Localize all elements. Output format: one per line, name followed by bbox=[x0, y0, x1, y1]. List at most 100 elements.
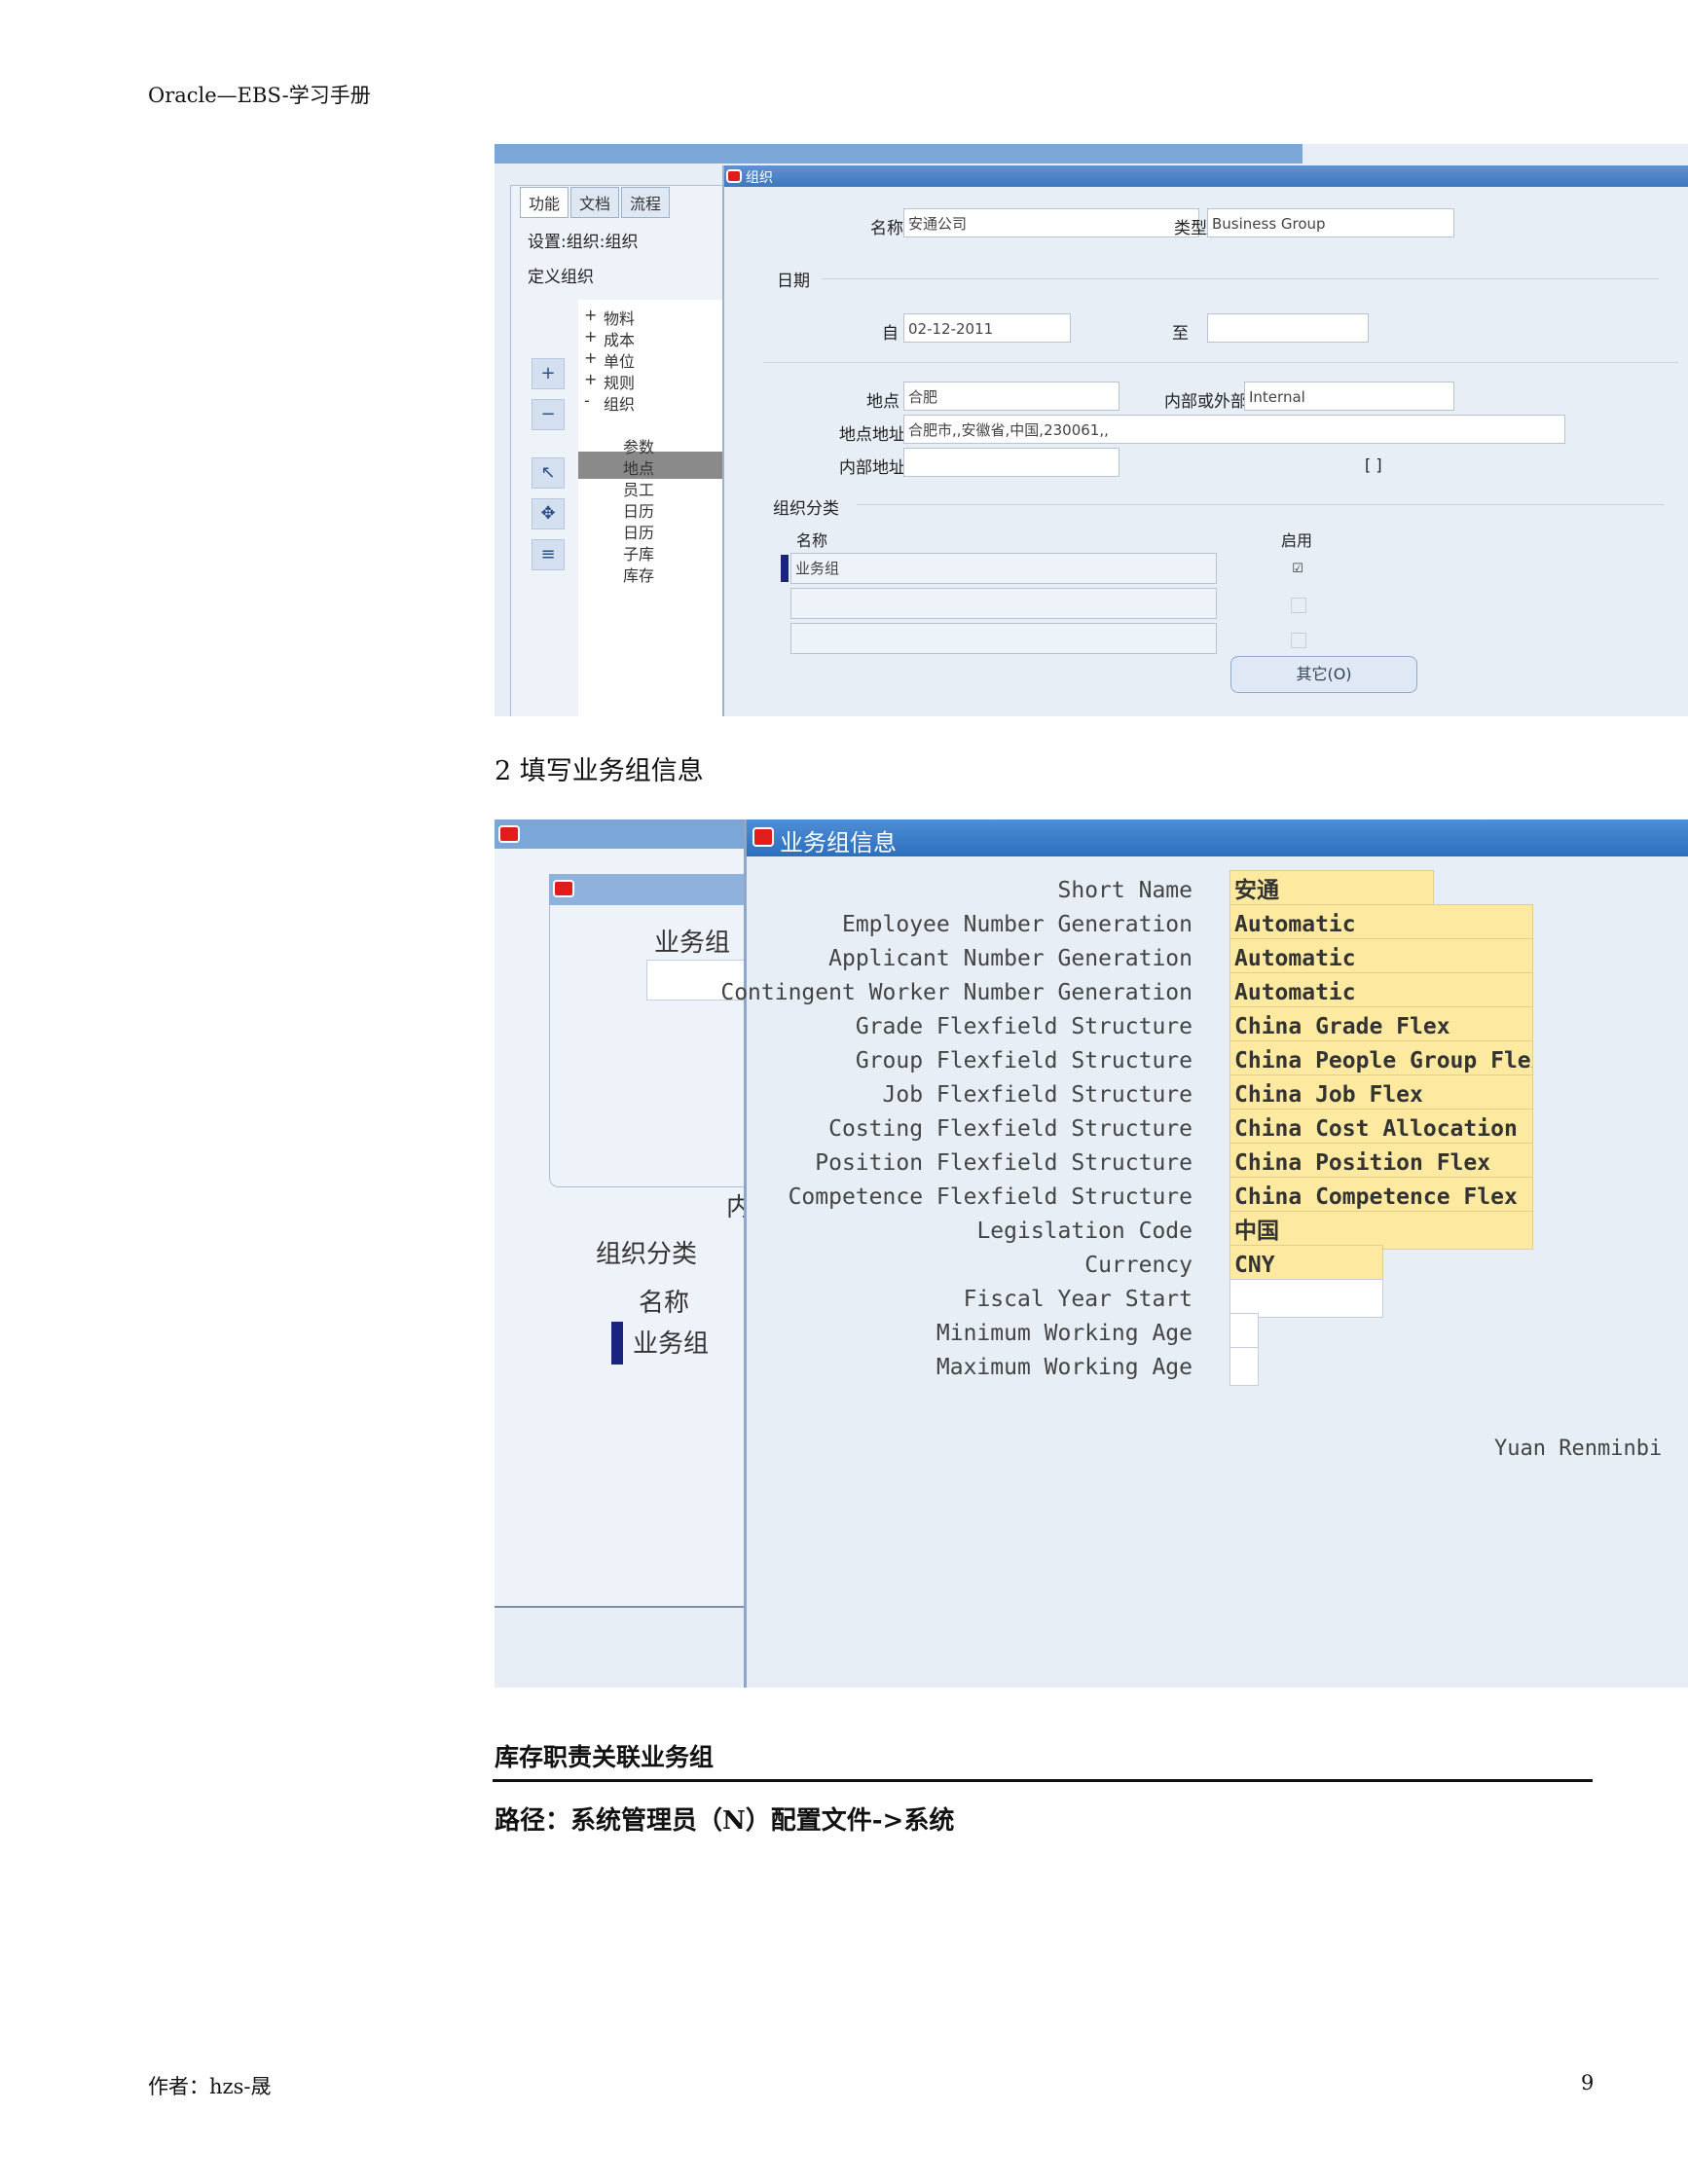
tree-item[interactable]: 参数 bbox=[623, 434, 654, 457]
tree-expand-icon[interactable]: + bbox=[584, 306, 597, 324]
oracle-logo-icon bbox=[726, 169, 742, 183]
location-address-label: 地点地址 bbox=[839, 425, 905, 445]
internal-address-field[interactable] bbox=[903, 448, 1119, 477]
field-label: Position Flexfield Structure bbox=[815, 1150, 1193, 1176]
internal-external-label: 内部或外部 bbox=[1164, 392, 1247, 412]
navigator-titlebar bbox=[495, 144, 1303, 164]
navigator-breadcrumb: 设置:组织:组织 bbox=[528, 233, 639, 252]
field-input[interactable]: 安通 bbox=[1229, 870, 1434, 909]
expand-all-icon[interactable]: ✥ bbox=[532, 498, 565, 529]
dates-group-line bbox=[822, 278, 1659, 279]
class-row-name[interactable] bbox=[790, 588, 1217, 619]
background-window-titlebar bbox=[495, 819, 748, 849]
field-input[interactable]: China Cost Allocation Flex bbox=[1229, 1109, 1533, 1147]
class-name-header: 名称 bbox=[796, 531, 828, 550]
classification-group-line bbox=[857, 504, 1665, 505]
enabled-checkbox[interactable] bbox=[1291, 598, 1306, 613]
organization-window-titlebar: 组织 bbox=[724, 165, 1688, 187]
tree-collapse-icon[interactable]: - bbox=[584, 391, 590, 410]
type-label: 类型 bbox=[1174, 219, 1207, 238]
tree-expand-icon[interactable]: + bbox=[584, 370, 597, 388]
field-input[interactable]: Automatic bbox=[1229, 904, 1533, 943]
tree-item[interactable]: 规则 bbox=[604, 370, 635, 393]
name-label: 名称 bbox=[870, 219, 903, 238]
tree-item[interactable]: 子库 bbox=[623, 541, 654, 564]
field-label: Employee Number Generation bbox=[841, 912, 1193, 937]
type-field[interactable]: Business Group bbox=[1207, 208, 1454, 237]
footer-author: 作者：hzs-晟 bbox=[148, 2075, 272, 2098]
field-input[interactable] bbox=[1229, 1279, 1383, 1318]
tree-item[interactable]: 组织 bbox=[623, 413, 654, 436]
class-row-name[interactable]: 业务组 bbox=[790, 553, 1217, 584]
tree-item[interactable]: 日历 bbox=[623, 520, 654, 543]
from-label: 自 bbox=[882, 324, 899, 344]
currency-description: Yuan Renminbi bbox=[1494, 1437, 1663, 1461]
organization-window: 组织 名称 安通公司 类型 Business Group 日期 自 02-12-… bbox=[722, 165, 1688, 716]
oracle-logo-icon bbox=[553, 880, 574, 897]
enabled-checkbox[interactable]: ☑ bbox=[1291, 563, 1304, 576]
field-label: Applicant Number Generation bbox=[828, 946, 1193, 971]
tree-item[interactable]: 库存 bbox=[623, 563, 654, 586]
field-input[interactable]: CNY bbox=[1229, 1245, 1383, 1284]
class-row-name[interactable]: 业务组 bbox=[633, 1324, 709, 1360]
row-selection-marker[interactable] bbox=[611, 1322, 623, 1365]
field-input[interactable]: China Grade Flex bbox=[1229, 1006, 1533, 1045]
field-label: Legislation Code bbox=[976, 1219, 1193, 1244]
tree-item[interactable]: 单位 bbox=[604, 348, 635, 372]
field-input[interactable]: Automatic bbox=[1229, 972, 1533, 1011]
descriptive-flexfield-bracket[interactable]: [ ] bbox=[1365, 455, 1382, 474]
tree-item[interactable]: 物料 bbox=[604, 306, 635, 329]
oracle-logo-icon bbox=[752, 827, 774, 847]
window-title: 业务组信息 bbox=[780, 829, 897, 856]
field-input[interactable] bbox=[1229, 1347, 1259, 1386]
tab-documents[interactable]: 文档 bbox=[570, 187, 620, 218]
section-rule bbox=[493, 1779, 1593, 1782]
business-group-window-titlebar: 业务组信息 bbox=[747, 819, 1688, 856]
navigator-tabs: 功能 文档 流程 bbox=[520, 187, 671, 218]
collapse-all-icon[interactable]: ≡ bbox=[532, 539, 565, 570]
field-label: Short Name bbox=[1057, 878, 1193, 903]
background-inner-panel bbox=[549, 874, 748, 1187]
internal-external-field[interactable]: Internal bbox=[1244, 382, 1454, 411]
dates-group-bottom-line bbox=[763, 362, 1678, 363]
field-input[interactable]: Automatic bbox=[1229, 938, 1533, 977]
collapse-icon[interactable]: − bbox=[532, 399, 565, 430]
field-input[interactable] bbox=[1229, 1313, 1259, 1352]
internal-address-label: 内部地址 bbox=[839, 458, 905, 478]
tree-item[interactable]: 日历 bbox=[623, 498, 654, 522]
window-title: 组织 bbox=[746, 170, 773, 186]
tree-item[interactable]: 地点 bbox=[623, 455, 654, 479]
field-label: Maximum Working Age bbox=[936, 1355, 1193, 1380]
expand-branch-icon[interactable]: ↖ bbox=[532, 457, 565, 489]
oracle-logo-icon bbox=[498, 825, 520, 843]
field-input[interactable]: China People Group Flex bbox=[1229, 1040, 1533, 1079]
figure-caption: 2 填写业务组信息 bbox=[495, 756, 704, 786]
classification-label: 组织分类 bbox=[773, 499, 839, 519]
enabled-checkbox[interactable] bbox=[1291, 633, 1306, 648]
class-row-name[interactable] bbox=[790, 623, 1217, 654]
tab-processes[interactable]: 流程 bbox=[621, 187, 671, 218]
name-field[interactable]: 安通公司 bbox=[903, 208, 1199, 237]
tree-item[interactable]: 员工 bbox=[623, 477, 654, 500]
to-label: 至 bbox=[1172, 324, 1189, 344]
field-input[interactable]: 中国 bbox=[1229, 1211, 1533, 1250]
tree-item[interactable]: 成本 bbox=[604, 327, 635, 350]
background-window-bottom bbox=[495, 1606, 746, 1688]
tab-functions[interactable]: 功能 bbox=[520, 187, 569, 218]
location-address-field[interactable]: 合肥市,,安徽省,中国,230061,, bbox=[903, 415, 1565, 444]
tree-expand-icon[interactable]: + bbox=[584, 348, 597, 367]
location-field[interactable]: 合肥 bbox=[903, 382, 1119, 411]
field-input[interactable]: China Position Flex bbox=[1229, 1143, 1533, 1182]
location-label: 地点 bbox=[866, 392, 899, 412]
row-selection-marker[interactable] bbox=[781, 555, 789, 582]
other-button[interactable]: 其它(O) bbox=[1230, 656, 1417, 693]
expand-icon[interactable]: + bbox=[532, 358, 565, 389]
field-input[interactable]: China Job Flex bbox=[1229, 1074, 1533, 1113]
field-label: Fiscal Year Start bbox=[963, 1287, 1193, 1312]
tree-expand-icon[interactable]: + bbox=[584, 327, 597, 346]
field-input[interactable]: China Competence Flex bbox=[1229, 1177, 1533, 1216]
field-label: Minimum Working Age bbox=[936, 1321, 1193, 1346]
from-date-field[interactable]: 02-12-2011 bbox=[903, 313, 1071, 343]
tree-item[interactable]: 组织 bbox=[604, 391, 635, 415]
to-date-field[interactable] bbox=[1207, 313, 1369, 343]
